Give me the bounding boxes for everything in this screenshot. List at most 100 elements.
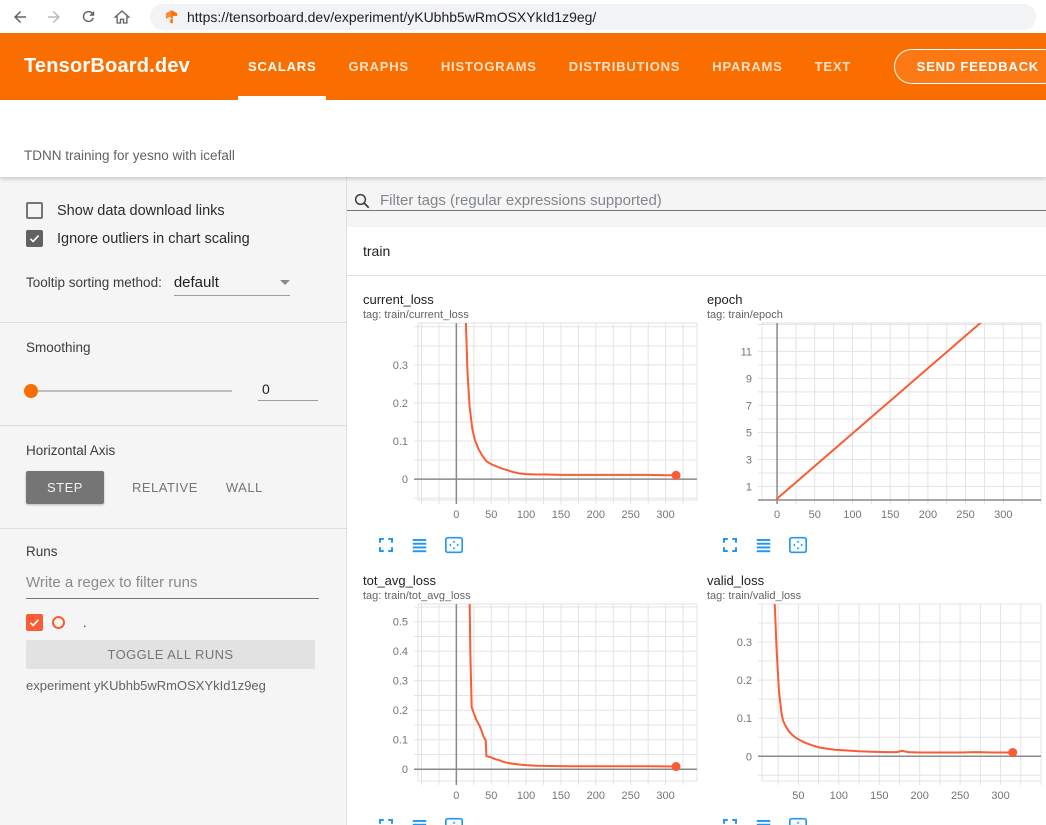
subheader: TDNN training for yesno with icefall [0,100,1046,177]
fullscreen-icon[interactable] [721,817,739,825]
svg-text:0: 0 [453,509,459,521]
filter-tags-input[interactable]: Filter tags (regular expressions support… [347,177,1046,211]
line-chart[interactable]: 5010015020025030000.10.20.3 [707,602,1046,807]
svg-text:300: 300 [994,509,1012,521]
log-scale-icon[interactable] [754,817,773,825]
home-icon[interactable] [112,7,132,27]
tab-hparams[interactable]: HPARAMS [702,33,792,100]
svg-text:1: 1 [746,481,752,493]
toggle-all-runs-button[interactable]: TOGGLE ALL RUNS [26,640,315,669]
chart-title: current_loss [363,292,707,307]
svg-text:100: 100 [843,509,861,521]
tag-group-header[interactable]: train [347,227,1046,276]
run-name: . [83,615,87,630]
svg-text:150: 150 [552,790,570,802]
svg-text:0.1: 0.1 [393,436,408,448]
svg-text:0: 0 [746,751,752,763]
chart-card-current-loss: current_loss tag: train/current_loss 0 50… [363,292,707,559]
svg-text:300: 300 [656,790,674,802]
url-text[interactable]: https://tensorboard.dev/experiment/yKUbh… [187,9,596,25]
run-color-swatch[interactable] [52,616,65,629]
smoothing-slider[interactable] [26,390,232,392]
fit-domain-icon[interactable] [788,817,808,825]
fit-domain-icon[interactable] [444,817,464,825]
chevron-down-icon [280,280,290,285]
run-row[interactable]: . [26,614,318,631]
svg-text:0.1: 0.1 [393,735,408,747]
svg-text:50: 50 [792,790,804,802]
settings-sidebar: Show data download links Ignore outliers… [0,177,347,825]
line-chart[interactable]: 05010015020025030000.10.20.3 [363,321,703,526]
chart-tag: tag: train/valid_loss [707,590,1046,602]
checkbox-unchecked-icon[interactable] [26,202,43,219]
tooltip-sorting-value: default [174,274,219,291]
experiment-title: TDNN training for yesno with icefall [24,148,235,163]
run-checkbox-checked-icon[interactable] [26,614,43,631]
fit-domain-icon[interactable] [444,536,464,559]
svg-text:0.5: 0.5 [393,617,408,629]
line-chart[interactable]: 0501001502002503001357911 [707,321,1046,526]
main-panel: Filter tags (regular expressions support… [347,177,1046,825]
svg-text:100: 100 [830,790,848,802]
filter-tags-placeholder: Filter tags (regular expressions support… [380,192,662,209]
ignore-outliers-label: Ignore outliers in chart scaling [57,231,250,247]
svg-text:50: 50 [809,509,821,521]
tab-distributions[interactable]: DISTRIBUTIONS [559,33,691,100]
reload-icon[interactable] [78,7,98,27]
fullscreen-icon[interactable] [377,536,395,559]
axis-relative-button[interactable]: RELATIVE [118,471,212,504]
ignore-outliers-checkbox-row[interactable]: Ignore outliers in chart scaling [26,230,318,247]
brand-title: TensorBoard.dev [24,55,190,78]
chart-tag: tag: train/current_loss [363,309,707,321]
svg-text:200: 200 [911,790,929,802]
svg-text:50: 50 [485,509,497,521]
smoothing-slider-thumb[interactable] [24,384,38,398]
svg-text:100: 100 [517,509,535,521]
svg-text:9: 9 [746,373,752,385]
smoothing-label: Smoothing [26,340,318,355]
chart-tag: tag: train/tot_avg_loss [363,590,707,602]
svg-text:300: 300 [656,509,674,521]
chart-title: epoch [707,292,1046,307]
tab-graphs[interactable]: GRAPHS [338,33,418,100]
runs-regex-placeholder: Write a regex to filter runs [26,574,197,591]
svg-text:250: 250 [951,790,969,802]
tab-histograms[interactable]: HISTOGRAMS [431,33,547,100]
svg-text:0.4: 0.4 [393,646,408,658]
fit-domain-icon[interactable] [788,536,808,559]
log-scale-icon[interactable] [754,536,773,559]
fullscreen-icon[interactable] [721,536,739,559]
tab-scalars[interactable]: SCALARS [238,33,326,100]
chart-tag: tag: train/epoch [707,309,1046,321]
svg-text:7: 7 [746,400,752,412]
axis-step-button[interactable]: STEP [26,471,104,504]
svg-text:100: 100 [517,790,535,802]
svg-text:0.3: 0.3 [737,637,752,649]
chart-card-epoch: epoch tag: train/epoch 05010015020025030… [707,292,1046,559]
svg-text:11: 11 [741,346,752,358]
log-scale-icon[interactable] [410,536,429,559]
forward-icon[interactable] [44,7,64,27]
address-bar[interactable]: https://tensorboard.dev/experiment/yKUbh… [150,4,1036,30]
svg-text:0.2: 0.2 [737,675,752,687]
svg-text:0.2: 0.2 [393,398,408,410]
svg-text:250: 250 [956,509,974,521]
tooltip-sorting-select[interactable]: default [174,274,290,296]
line-chart[interactable]: 05010015020025030000.10.20.30.40.5 [363,602,703,807]
chart-card-tot-avg-loss: tot_avg_loss tag: train/tot_avg_loss 050… [363,573,707,825]
svg-text:0.3: 0.3 [393,360,408,372]
send-feedback-button[interactable]: SEND FEEDBACK [894,49,1046,84]
back-icon[interactable] [10,7,30,27]
svg-text:300: 300 [991,790,1009,802]
checkbox-checked-icon[interactable] [26,230,43,247]
runs-regex-input[interactable]: Write a regex to filter runs [26,574,319,599]
tab-text[interactable]: TEXT [805,33,861,100]
svg-text:150: 150 [881,509,899,521]
smoothing-value-input[interactable]: 0 [258,381,318,401]
log-scale-icon[interactable] [410,817,429,825]
svg-text:0: 0 [774,509,780,521]
axis-wall-button[interactable]: WALL [212,471,277,504]
tag-group-title: train [363,243,390,259]
show-download-links-checkbox-row[interactable]: Show data download links [26,202,318,219]
fullscreen-icon[interactable] [377,817,395,825]
